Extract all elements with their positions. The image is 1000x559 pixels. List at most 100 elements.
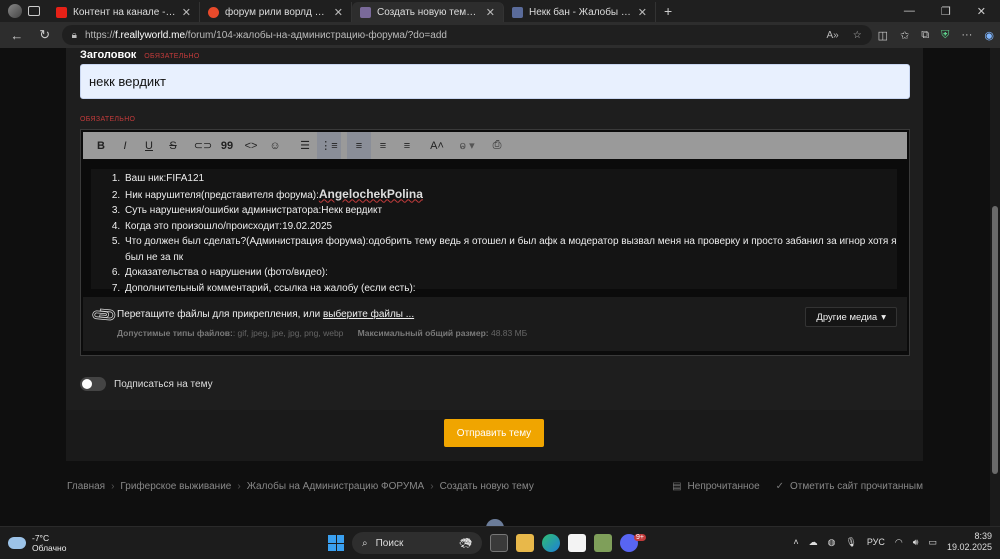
minecraft-icon[interactable] (594, 534, 612, 552)
browser-tab-bar: Контент на канале - YouTube Studio ✕ фор… (0, 0, 1000, 22)
clock[interactable]: 8:39 19.02.2025 (947, 531, 992, 553)
url-text: https://f.reallyworld.me/forum/104-жалоб… (84, 29, 447, 41)
page-scrollbar[interactable] (990, 48, 1000, 526)
link-icon[interactable]: ⊂⊃ (191, 132, 215, 159)
store-icon[interactable] (568, 534, 586, 552)
volume-icon[interactable]: 🔊︎ (913, 537, 919, 548)
tray-cloud-icon[interactable]: ☁ (809, 537, 818, 548)
submit-topic-button[interactable]: Отправить тему (444, 419, 544, 447)
reload-icon[interactable]: ↻ (34, 27, 56, 43)
list-item: Когда это произошло/происходит:19.02.202… (123, 219, 897, 235)
other-media-button[interactable]: Другие медиа ▾ (805, 307, 897, 327)
breadcrumb-forum[interactable]: Жалобы на Администрацию ФОРУМА (247, 481, 425, 492)
file-explorer-icon[interactable] (516, 534, 534, 552)
cloud-icon (8, 537, 26, 549)
breadcrumb-current: Создать новую тему (439, 481, 534, 492)
numbered-list-icon[interactable]: ⋮≡ (317, 132, 341, 159)
mark-read-link[interactable]: ✓ Отметить сайт прочитанным (776, 481, 923, 492)
restore-icon[interactable]: ❐ (941, 5, 951, 18)
new-topic-form: Заголовок ОБЯЗАТЕЛЬНО некк вердикт ОБЯЗАТ… (66, 48, 923, 413)
page-viewport: Заголовок ОБЯЗАТЕЛЬНО некк вердикт ОБЯЗАТ… (0, 48, 1000, 526)
quote-icon[interactable]: 99 (215, 132, 239, 159)
breadcrumb: Главная › Гриферское выживание › Жалобы на… (67, 481, 534, 492)
title-label: Заголовок ОБЯЗАТЕЛЬНО (80, 49, 200, 61)
code-icon[interactable]: <> (239, 132, 263, 159)
vk-widget-icon[interactable] (486, 519, 504, 526)
emoji-icon[interactable]: ☺ (263, 132, 287, 159)
url-field[interactable]: 🔒︎ https://f.reallyworld.me/forum/104-жа… (61, 25, 872, 45)
tab-actions-icon[interactable] (28, 6, 40, 16)
taskbar-search[interactable]: ⌕ Поиск 🦔︎ (352, 532, 482, 554)
reallyworld-favicon-icon (360, 6, 371, 18)
breadcrumb-section[interactable]: Гриферское выживание (120, 481, 231, 492)
bold-icon[interactable]: B (89, 132, 113, 159)
edge-icon[interactable] (542, 534, 560, 552)
new-tab-button[interactable]: + (656, 0, 680, 22)
list-item: Ник нарушителя(представителя форума):Ang… (123, 187, 897, 204)
favorites-icon[interactable]: ✩ (900, 29, 909, 42)
preview-icon[interactable]: ⎙ (485, 132, 509, 159)
align-right-icon[interactable]: ≡ (395, 132, 419, 159)
close-tab-icon[interactable]: ✕ (638, 6, 647, 19)
browser-tab-active[interactable]: Создать новую тему - ReallyWorld ✕ (352, 2, 504, 22)
back-icon[interactable]: ← (6, 28, 28, 43)
editor-toolbar: B I U S ⊂⊃ 99 <> ☺ ☰ ⋮≡ ≡ ≡ ≡ A˄ ⱺ ▾ ⎙ (83, 132, 907, 159)
bullet-list-icon[interactable]: ☰ (293, 132, 317, 159)
subscribe-label: Подписаться на тему (114, 378, 213, 390)
read-aloud-icon[interactable]: A» (826, 30, 838, 41)
tray-app-icon[interactable]: ◍ (828, 537, 836, 548)
browser-tab[interactable]: Контент на канале - YouTube Studio ✕ (48, 2, 200, 22)
close-tab-icon[interactable]: ✕ (486, 6, 495, 19)
subscribe-toggle[interactable] (80, 377, 106, 391)
tab-title: Контент на канале - YouTube Studio (73, 6, 176, 18)
align-center-icon[interactable]: ≡ (371, 132, 395, 159)
choose-files-link[interactable]: выберите файлы ... (323, 309, 414, 320)
windows-start-icon[interactable] (328, 535, 344, 551)
align-left-icon[interactable]: ≡ (347, 132, 371, 159)
language-indicator[interactable]: РУС (867, 537, 885, 547)
more-icon[interactable]: ··· (961, 29, 972, 41)
windows-taskbar: -7°C Облачно ⌕ Поиск 🦔︎ 9+ ˄ ☁ ◍ 🎙︎ РУС … (0, 526, 1000, 559)
format-icon[interactable]: ⱺ ▾ (455, 132, 479, 159)
search-highlight-icon: 🦔︎ (459, 537, 472, 549)
breadcrumb-home[interactable]: Главная (67, 481, 105, 492)
font-size-icon[interactable]: A˄ (425, 132, 449, 159)
paperclip-icon: 📎︎ (88, 300, 120, 331)
browser-tab[interactable]: форум рили ворлд — Яндекс: нашлось ✕ (200, 2, 352, 22)
youtube-favicon-icon (56, 6, 67, 18)
strikethrough-icon[interactable]: S (161, 132, 185, 159)
reallyworld-favicon-icon (512, 6, 523, 18)
subscribe-row: Подписаться на тему (80, 377, 213, 391)
weather-widget[interactable]: -7°C Облачно (8, 533, 66, 553)
favorite-star-icon[interactable]: ☆ (853, 30, 862, 41)
close-window-icon[interactable]: ✕ (977, 5, 986, 18)
attach-limits: Допустимые типы файлов:: gif, jpeg, jpe,… (117, 328, 528, 338)
chevron-up-icon[interactable]: ˄ (793, 537, 798, 547)
attachment-area[interactable]: 📎︎ Перетащите файлы для прикрепления, ил… (83, 297, 907, 351)
minimize-icon[interactable]: — (904, 5, 915, 17)
profile-avatar[interactable] (8, 4, 22, 18)
tab-title: форум рили ворлд — Яндекс: нашлось (225, 6, 328, 18)
title-input[interactable]: некк вердикт (80, 64, 910, 99)
browser-extensions: ◫ ✩ ⧉ ⛨ ··· ◉ (878, 29, 994, 42)
browser-tab[interactable]: Некк бан - Жалобы на Администрацию ✕ (504, 2, 656, 22)
editor-content[interactable]: Ваш ник:FIFA121 Ник нарушителя(представи… (91, 169, 897, 294)
collections-icon[interactable]: ⧉ (921, 29, 929, 42)
copilot-icon[interactable]: ◉ (984, 29, 994, 42)
scrollbar-thumb[interactable] (992, 206, 998, 474)
task-view-icon[interactable] (490, 534, 508, 552)
close-tab-icon[interactable]: ✕ (182, 6, 191, 19)
close-tab-icon[interactable]: ✕ (334, 6, 343, 19)
battery-icon[interactable]: ▭ (928, 537, 937, 548)
wifi-icon[interactable]: ◠ (895, 537, 903, 548)
taskbar-apps: ⌕ Поиск 🦔︎ 9+ (328, 532, 646, 554)
rich-text-editor: B I U S ⊂⊃ 99 <> ☺ ☰ ⋮≡ ≡ ≡ ≡ A˄ ⱺ ▾ ⎙ 1… (80, 129, 910, 356)
tab-title: Некк бан - Жалобы на Администрацию (529, 6, 632, 18)
split-screen-icon[interactable]: ◫ (878, 29, 888, 42)
italic-icon[interactable]: I (113, 132, 137, 159)
unread-link[interactable]: ▤ Непрочитанное (672, 481, 760, 492)
mic-icon[interactable]: 🎙︎ (845, 537, 856, 548)
vpn-icon[interactable]: ⛨ (941, 29, 949, 42)
required-badge: ОБЯЗАТЕЛЬНО (144, 53, 200, 60)
underline-icon[interactable]: U (137, 132, 161, 159)
